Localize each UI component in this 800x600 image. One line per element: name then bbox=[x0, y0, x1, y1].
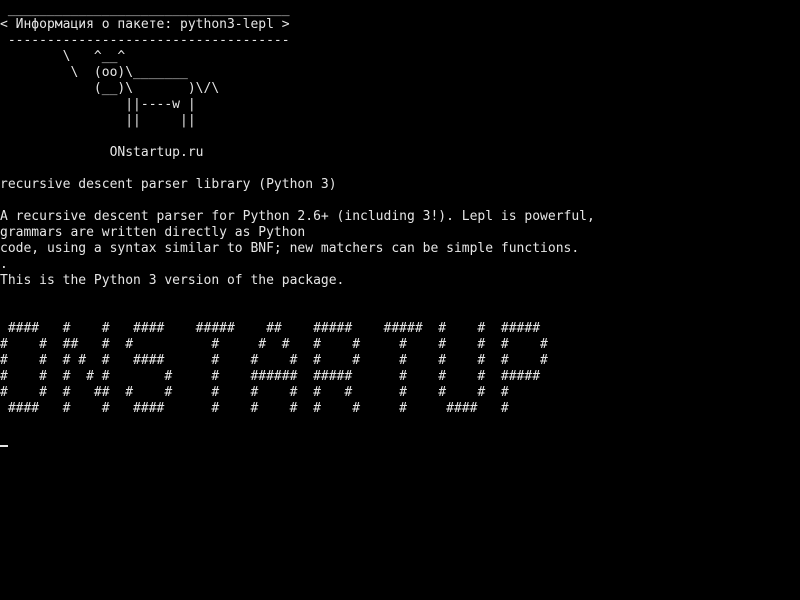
cow-art-line: \ (oo)\_______ bbox=[0, 65, 188, 80]
banner-row: # # # # # #### # # # # # # # # # # bbox=[0, 353, 548, 368]
package-description-line: A recursive descent parser for Python 2.… bbox=[0, 209, 595, 224]
banner-row: # # # # # # # ###### ##### # # # ##### bbox=[0, 369, 541, 384]
package-description-line: . bbox=[0, 257, 8, 272]
cow-art-line: || || bbox=[0, 113, 196, 128]
cow-art-line: \ ^__^ bbox=[0, 49, 126, 64]
banner-row: #### # # #### ##### ## ##### ##### # # #… bbox=[0, 321, 541, 336]
banner-row: # # ## # # # # # # # # # # # # bbox=[0, 337, 548, 352]
package-summary: recursive descent parser library (Python… bbox=[0, 177, 337, 192]
package-description-line: grammars are written directly as Python bbox=[0, 225, 306, 240]
terminal-screen[interactable]: ____________________________________ < И… bbox=[0, 0, 800, 600]
site-name: ONstartup.ru bbox=[0, 145, 204, 160]
cow-art-line: (__)\ )\/\ bbox=[0, 81, 220, 96]
speech-bubble-message: < Информация о пакете: python3-lepl > bbox=[0, 17, 290, 32]
package-description-line: code, using a syntax similar to BNF; new… bbox=[0, 241, 580, 256]
speech-bubble-top-border: ____________________________________ bbox=[0, 2, 290, 17]
speech-bubble-bottom-border: ------------------------------------ bbox=[0, 33, 290, 48]
banner-row: #### # # #### # # # # # # #### # bbox=[0, 401, 509, 416]
terminal-cursor bbox=[0, 445, 8, 447]
banner-row: # # # ## # # # # # # # # # # # bbox=[0, 385, 509, 400]
package-description-line: This is the Python 3 version of the pack… bbox=[0, 273, 345, 288]
cow-art-line: ||----w | bbox=[0, 97, 196, 112]
